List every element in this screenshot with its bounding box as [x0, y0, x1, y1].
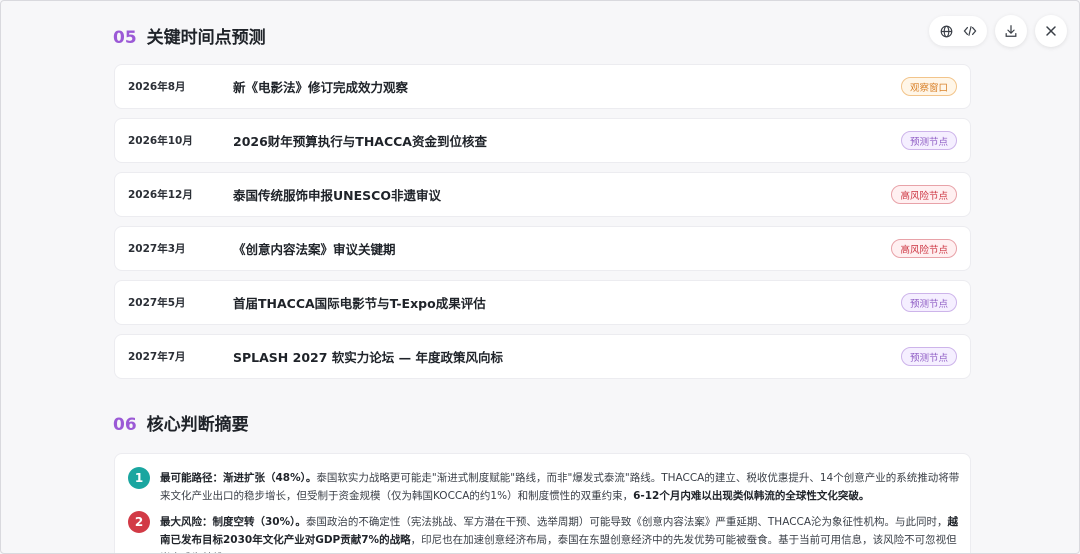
item-number-badge: 2	[128, 511, 150, 533]
globe-icon[interactable]	[935, 20, 957, 42]
section-title: 核心判断摘要	[146, 415, 249, 435]
status-badge: 高风险节点	[891, 239, 957, 258]
code-icon[interactable]	[959, 20, 981, 42]
download-icon[interactable]	[995, 15, 1027, 47]
item-lead: 最大风险：制度空转（30%）。	[160, 516, 306, 528]
status-badge: 预测节点	[900, 293, 957, 312]
timeline-row: 2026年10月 2026财年预算执行与THACCA资金到位核查 预测节点	[114, 118, 971, 163]
row-date: 2027年5月	[128, 297, 186, 309]
timeline-row: 2026年8月 新《电影法》修订完成效力观察 观察窗口	[114, 64, 971, 109]
item-lead: 最可能路径：渐进扩张（48%）。	[160, 472, 317, 484]
row-date: 2027年7月	[128, 351, 186, 363]
row-event: SPLASH 2027 软实力论坛 — 年度政策风向标	[233, 350, 503, 365]
status-badge: 高风险节点	[891, 185, 957, 204]
row-event: 《创意内容法案》审议关键期	[233, 242, 396, 257]
top-toolbar	[929, 15, 1067, 47]
status-badge: 观察窗口	[900, 77, 957, 96]
section-number: 06	[113, 415, 137, 435]
timeline-row: 2027年3月 《创意内容法案》审议关键期 高风险节点	[114, 226, 971, 271]
row-date: 2026年10月	[128, 135, 193, 147]
timeline-row: 2027年5月 首届THACCA国际电影节与T-Expo成果评估 预测节点	[114, 280, 971, 325]
section-number: 05	[113, 28, 137, 48]
row-date: 2027年3月	[128, 243, 186, 255]
row-event: 首届THACCA国际电影节与T-Expo成果评估	[233, 296, 486, 311]
row-event: 新《电影法》修订完成效力观察	[233, 80, 409, 95]
item-body: 泰国政治的不确定性（宪法挑战、军方潜在干预、选举周期）可能导致《创意内容法案》严…	[305, 516, 948, 528]
toolbar-group	[929, 16, 987, 46]
timeline-row: 2027年7月 SPLASH 2027 软实力论坛 — 年度政策风向标 预测节点	[114, 334, 971, 379]
close-icon[interactable]	[1035, 15, 1067, 47]
item-text: 最可能路径：渐进扩张（48%）。泰国软实力战略更可能走"渐进式制度赋能"路线，而…	[160, 469, 960, 505]
row-date: 2026年12月	[128, 189, 193, 201]
item-text: 最大风险：制度空转（30%）。泰国政治的不确定性（宪法挑战、军方潜在干预、选举周…	[160, 513, 960, 553]
summary-card: 1 最可能路径：渐进扩张（48%）。泰国软实力战略更可能走"渐进式制度赋能"路线…	[114, 453, 971, 553]
section-header-06: 06 核心判断摘要	[113, 410, 249, 435]
report-page: 05 关键时间点预测 2026年8月 新《电影法》修订完成效力观察 观察窗口 2…	[0, 0, 1080, 554]
section-title: 关键时间点预测	[146, 28, 266, 48]
status-badge: 预测节点	[900, 347, 957, 366]
row-event: 2026财年预算执行与THACCA资金到位核查	[233, 134, 487, 149]
status-badge: 预测节点	[900, 131, 957, 150]
timeline-list: 2026年8月 新《电影法》修订完成效力观察 观察窗口 2026年10月 202…	[114, 64, 971, 388]
row-event: 泰国传统服饰申报UNESCO非遗审议	[233, 188, 441, 203]
row-date: 2026年8月	[128, 81, 186, 93]
section-header-05: 05 关键时间点预测	[113, 23, 266, 48]
timeline-row: 2026年12月 泰国传统服饰申报UNESCO非遗审议 高风险节点	[114, 172, 971, 217]
item-tail: 6-12个月内难以出现类似韩流的全球性文化突破。	[633, 490, 870, 502]
item-number-badge: 1	[128, 467, 150, 489]
